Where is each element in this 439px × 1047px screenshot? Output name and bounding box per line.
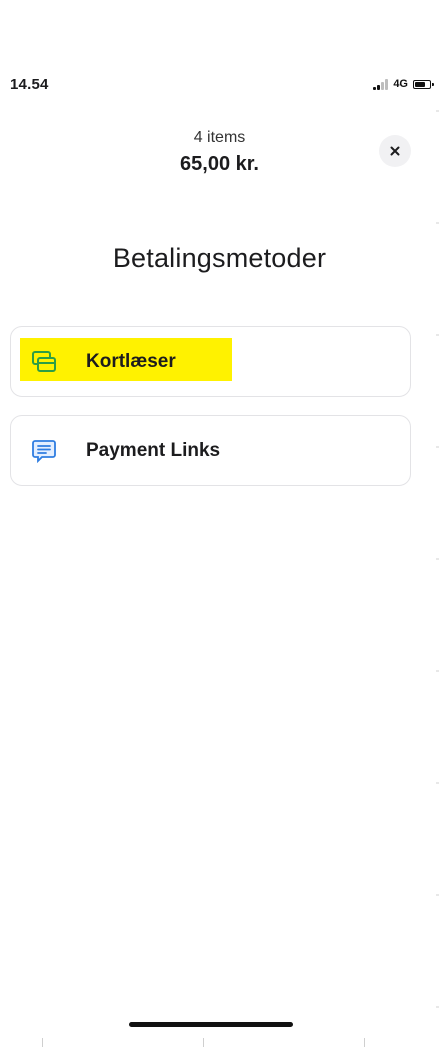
method-label: Kortlæser — [86, 351, 176, 372]
payment-method-card-reader[interactable]: Kortlæser — [10, 326, 411, 397]
page-title: Betalingsmetoder — [112, 243, 327, 273]
method-label: Payment Links — [86, 440, 221, 461]
card-reader-icon — [32, 351, 56, 372]
payment-method-payment-links[interactable]: Payment Links — [10, 415, 411, 486]
network-type: 4G — [393, 78, 408, 90]
payment-method-screen: { "status_bar": { "time": "14.54", "netw… — [0, 0, 439, 1047]
battery-icon — [413, 79, 434, 89]
items-count: 4 items — [193, 129, 246, 146]
close-button[interactable] — [379, 135, 411, 167]
signal-icon — [373, 78, 389, 90]
bottom-divider — [364, 1038, 365, 1047]
total-price: 65,00 kr. — [180, 153, 259, 175]
status-time: 14.54 — [10, 76, 49, 93]
bottom-divider — [42, 1038, 43, 1047]
bottom-divider — [203, 1038, 204, 1047]
home-indicator[interactable] — [129, 1022, 293, 1027]
close-icon — [390, 146, 400, 156]
message-icon — [32, 440, 56, 464]
status-indicators: 4G — [373, 78, 434, 90]
